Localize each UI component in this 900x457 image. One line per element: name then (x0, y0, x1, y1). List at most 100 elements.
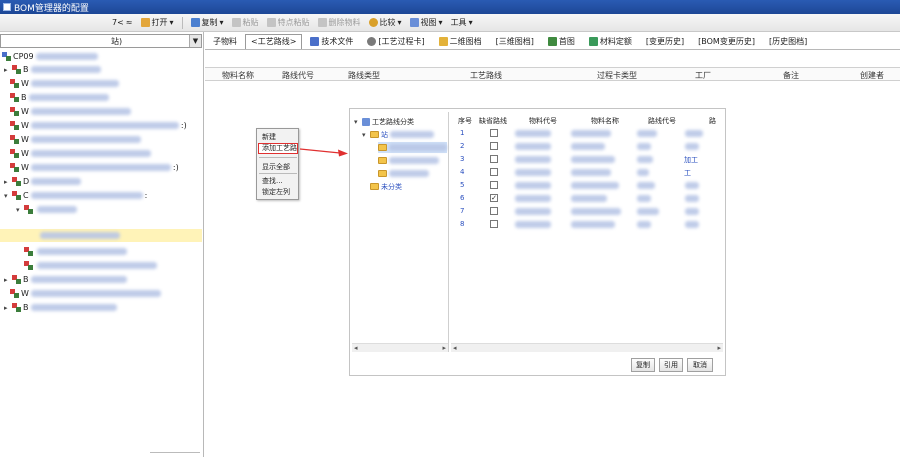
column-header[interactable]: 缺省路线 (479, 116, 507, 126)
tree-item[interactable] (24, 245, 127, 258)
tab-sub-material[interactable]: 子物料 (207, 34, 243, 49)
collapse-icon[interactable]: ▾ (362, 131, 368, 139)
tree-item[interactable] (24, 259, 157, 272)
tree-scrollbar[interactable]: ◂ ▸ (352, 343, 448, 352)
scroll-right-icon[interactable]: ▸ (442, 344, 446, 352)
table-row[interactable]: 8 (451, 218, 723, 230)
tab-process-card[interactable]: [工艺过程卡] (361, 34, 430, 49)
view-combo[interactable]: 7< ≈ (112, 18, 133, 27)
tree-item[interactable]: W (10, 147, 151, 160)
tree-item-root[interactable]: CP09 (2, 50, 98, 63)
tree-item[interactable]: ▸ B (4, 63, 101, 76)
bom-node-icon (24, 205, 33, 214)
delete-material-button[interactable]: 删除物料 (317, 17, 361, 28)
tree-item-route-root[interactable]: ▾ 工艺路线分类 (354, 116, 414, 127)
grid-scrollbar[interactable]: ◂ ▸ (451, 343, 723, 352)
tab-bom-change-history[interactable]: [BOM变更历史] (692, 34, 761, 49)
compare-button[interactable]: 比较 ▾ (368, 17, 402, 28)
tree-item-expanded[interactable]: ▾ C: (4, 189, 147, 202)
expand-icon[interactable]: ▸ (4, 276, 10, 284)
tree-item[interactable]: W (10, 287, 161, 300)
tree-item-route[interactable] (378, 168, 429, 179)
expand-icon[interactable]: ▸ (4, 304, 10, 312)
tree-item[interactable]: ▸ B (4, 301, 117, 314)
paste-button[interactable]: 粘贴 (231, 17, 259, 28)
default-route-checkbox[interactable] (490, 181, 498, 189)
column-header[interactable]: 工艺路线 (470, 70, 502, 81)
cancel-button[interactable]: 取消 (687, 358, 713, 372)
scroll-left-icon[interactable]: ◂ (354, 344, 358, 352)
collapse-icon[interactable]: ▾ (16, 206, 22, 214)
column-header[interactable]: 路线类型 (348, 70, 380, 81)
default-route-checkbox[interactable] (490, 129, 498, 137)
collapse-icon[interactable]: ▾ (4, 192, 10, 200)
reference-button[interactable]: 引用 (659, 358, 683, 372)
tree-item-route[interactable] (378, 155, 439, 166)
tree-item[interactable]: W (10, 133, 141, 146)
default-route-checkbox-checked[interactable]: ✓ (490, 194, 498, 202)
scroll-left-icon[interactable]: ◂ (453, 344, 457, 352)
tree-item[interactable]: W (10, 105, 131, 118)
default-route-checkbox[interactable] (490, 142, 498, 150)
table-row[interactable]: 7 (451, 205, 723, 217)
tab-3d-drawings[interactable]: [三维图档] (490, 34, 540, 49)
tab-tech-docs[interactable]: 技术文件 (304, 34, 359, 49)
tab-material-quota[interactable]: 材料定额 (583, 34, 638, 49)
tools-button[interactable]: 工具 ▾ (451, 17, 473, 28)
collapse-icon[interactable]: ▾ (354, 118, 360, 126)
tab-history-drawings[interactable]: [历史图档] (763, 34, 813, 49)
tree-item[interactable]: ▾ (16, 203, 77, 216)
default-route-checkbox[interactable] (490, 168, 498, 176)
menu-item-find[interactable]: 查找... (262, 176, 283, 186)
tree-item[interactable]: W:) (10, 161, 179, 174)
tree-item-route-selected[interactable] (378, 142, 447, 153)
tree-item[interactable]: ▸ D (4, 175, 82, 188)
column-header[interactable]: 物料名称 (222, 70, 254, 81)
table-row[interactable]: 5 (451, 179, 723, 191)
tab-process-route[interactable]: <工艺路线> (245, 33, 303, 49)
tree-item-route-category[interactable]: ▾ 站 (362, 129, 434, 140)
column-header[interactable]: 路线代号 (282, 70, 314, 81)
expand-icon[interactable]: ▸ (4, 66, 10, 74)
column-header[interactable]: 创建者 (860, 70, 884, 81)
column-header[interactable]: 路线代号 (648, 116, 676, 126)
view-button[interactable]: 视图 ▾ (409, 17, 443, 28)
tree-item-uncategorized[interactable]: 未分类 (370, 181, 402, 192)
menu-item-show-all[interactable]: 显示全部 (262, 162, 290, 172)
tree-item[interactable]: ▸ B (4, 273, 127, 286)
column-header[interactable]: 物料代号 (529, 116, 557, 126)
expand-icon[interactable]: ▸ (4, 178, 10, 186)
default-route-checkbox[interactable] (490, 207, 498, 215)
copy-button[interactable]: 复制 (631, 358, 655, 372)
copy-button[interactable]: 复制 ▾ (190, 17, 224, 28)
tree-item-selected[interactable] (0, 229, 202, 242)
column-header[interactable]: 路 (709, 116, 716, 126)
tab-2d-drawings[interactable]: 二维图档 (433, 34, 488, 49)
tab-change-history[interactable]: [变更历史] (640, 34, 690, 49)
column-header[interactable]: 序号 (458, 116, 472, 126)
table-row[interactable]: 4工 (451, 166, 723, 178)
redacted-text (30, 304, 117, 311)
tree-item[interactable]: W (10, 77, 119, 90)
open-button[interactable]: 打开 ▾ (140, 17, 174, 28)
sidebar-combo[interactable]: 站) ▼ (0, 34, 202, 48)
tab-first-drawing[interactable]: 首图 (542, 34, 581, 49)
column-header[interactable]: 工厂 (695, 70, 711, 81)
default-route-checkbox[interactable] (490, 220, 498, 228)
paste-special-button[interactable]: 特点粘贴 (266, 17, 310, 28)
column-header[interactable]: 备注 (783, 70, 799, 81)
tree-item[interactable]: B (10, 91, 109, 104)
table-row[interactable]: 2 (451, 140, 723, 152)
table-row[interactable]: 1 (451, 127, 723, 139)
chevron-down-icon[interactable]: ▼ (189, 35, 201, 47)
menu-item-lock-left-column[interactable]: 锁定左列 (262, 187, 290, 197)
tree-item[interactable]: W:) (10, 119, 187, 132)
column-header[interactable]: 过程卡类型 (597, 70, 637, 81)
table-row[interactable]: 3 加工 (451, 153, 723, 165)
table-row[interactable]: 6 ✓ (451, 192, 723, 204)
default-route-checkbox[interactable] (490, 155, 498, 163)
menu-item-new[interactable]: 新建 (262, 132, 276, 142)
scroll-right-icon[interactable]: ▸ (717, 344, 721, 352)
column-header[interactable]: 物料名称 (591, 116, 619, 126)
menu-item-add-route[interactable]: 添加工艺路 (258, 143, 298, 154)
